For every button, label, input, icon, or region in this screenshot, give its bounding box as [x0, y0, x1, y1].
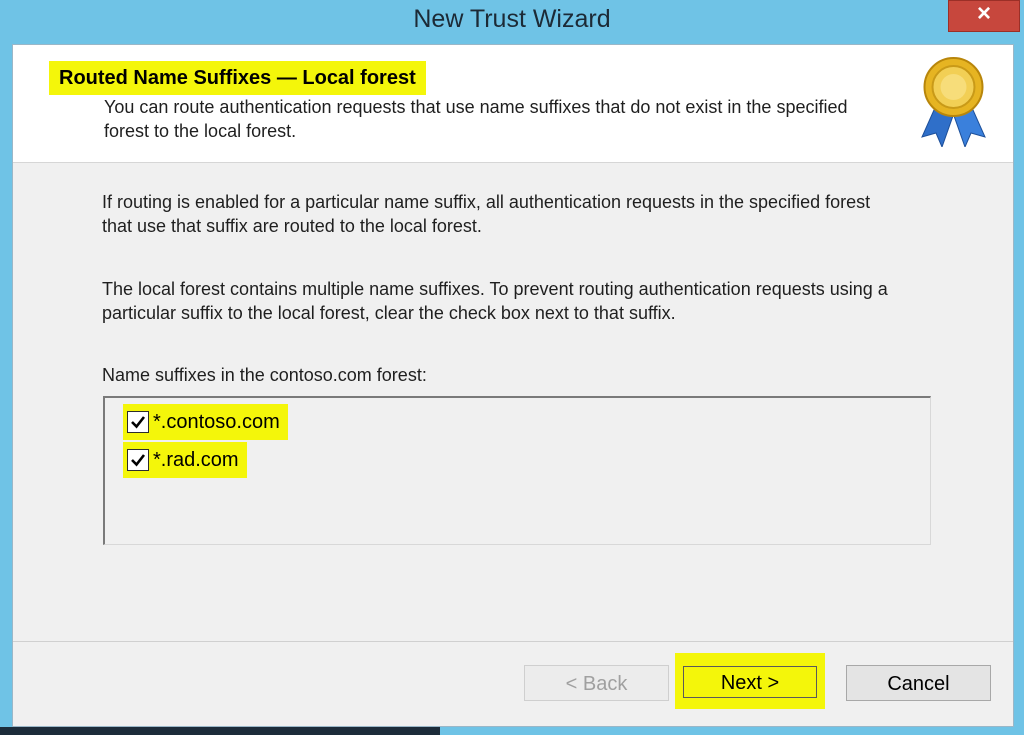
- button-divider: [13, 641, 1013, 642]
- cancel-button[interactable]: Cancel: [846, 665, 991, 701]
- page-title: Routed Name Suffixes — Local forest: [49, 61, 426, 95]
- close-button[interactable]: ×: [948, 0, 1020, 32]
- wizard-window: New Trust Wizard × Routed Name Suffixes …: [0, 0, 1024, 735]
- wizard-client-area: Routed Name Suffixes — Local forest You …: [12, 44, 1014, 727]
- suffix-checkbox[interactable]: [127, 449, 149, 471]
- close-icon[interactable]: ×: [977, 0, 991, 27]
- suffix-checkbox[interactable]: [127, 411, 149, 433]
- next-highlight: Next >: [675, 653, 825, 709]
- taskbar-edge: [0, 727, 440, 735]
- suffix-instructions: The local forest contains multiple name …: [102, 279, 888, 323]
- checkmark-icon: [131, 416, 146, 429]
- list-item[interactable]: *.contoso.com: [123, 404, 288, 440]
- page-subtitle: You can route authentication requests th…: [104, 97, 848, 141]
- wizard-header: Routed Name Suffixes — Local forest You …: [13, 45, 1013, 163]
- back-button[interactable]: < Back: [524, 665, 669, 701]
- suffix-label: *.rad.com: [153, 448, 239, 471]
- suffix-listbox[interactable]: *.contoso.com *.rad.com: [103, 396, 931, 545]
- checkmark-icon: [131, 454, 146, 467]
- award-ribbon-icon: [921, 57, 986, 147]
- next-button[interactable]: Next >: [683, 666, 817, 698]
- suffix-label: *.contoso.com: [153, 410, 280, 433]
- list-item[interactable]: *.rad.com: [123, 442, 247, 478]
- title-bar[interactable]: New Trust Wizard ×: [0, 0, 1024, 44]
- suffix-list-label: Name suffixes in the contoso.com forest:: [102, 365, 427, 385]
- routing-explanation: If routing is enabled for a particular n…: [102, 192, 871, 236]
- window-title: New Trust Wizard: [413, 5, 611, 33]
